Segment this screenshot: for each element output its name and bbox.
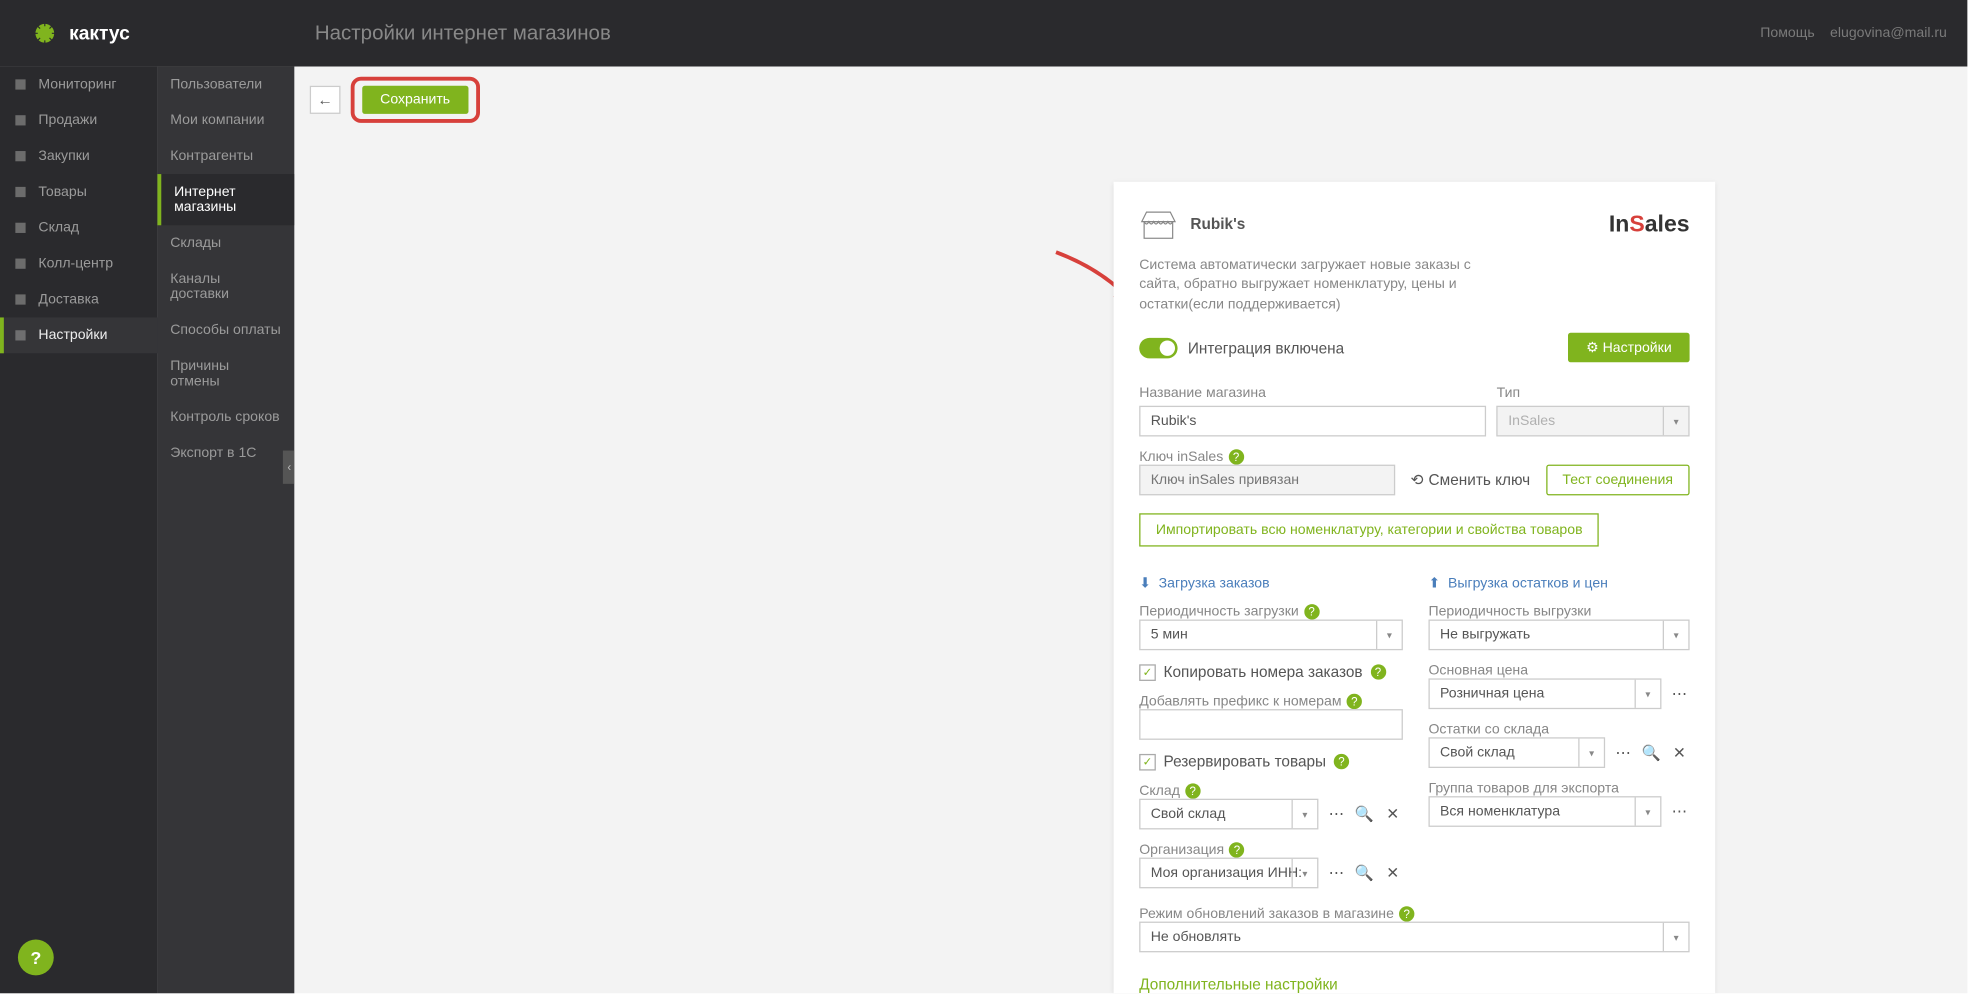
additional-settings-header: Дополнительные настройки: [1139, 976, 1689, 994]
app-logo: кактус: [0, 19, 130, 47]
nav1-item[interactable]: Продажи: [0, 102, 157, 138]
integration-toggle[interactable]: [1139, 338, 1177, 358]
nav1-item[interactable]: Мониторинг: [0, 67, 157, 103]
search-icon[interactable]: 🔍: [1354, 805, 1374, 823]
help-icon[interactable]: ?: [1229, 842, 1244, 857]
nav1-item[interactable]: Товары: [0, 174, 157, 210]
price-select[interactable]: Розничная цена▾: [1428, 679, 1661, 710]
store-name-label: Название магазина: [1139, 386, 1486, 401]
more-icon[interactable]: ⋯: [1326, 864, 1346, 882]
store-icon: [1139, 207, 1177, 240]
clear-icon[interactable]: ✕: [1382, 805, 1402, 823]
cactus-icon: [31, 19, 59, 47]
group-select[interactable]: Вся номенклатура▾: [1428, 796, 1661, 827]
search-icon[interactable]: 🔍: [1641, 744, 1661, 762]
nav2-item[interactable]: Экспорт в 1С: [157, 435, 294, 471]
prefix-input[interactable]: [1139, 709, 1403, 740]
type-label: Тип: [1497, 386, 1690, 401]
nav2-item[interactable]: Склады: [157, 225, 294, 261]
help-icon[interactable]: ?: [1228, 450, 1243, 465]
help-icon[interactable]: ?: [1370, 665, 1385, 680]
store-name-input[interactable]: [1139, 406, 1486, 437]
nav1-item[interactable]: Настройки: [0, 317, 157, 353]
clear-icon[interactable]: ✕: [1382, 864, 1402, 882]
more-icon[interactable]: ⋯: [1613, 744, 1633, 762]
user-link[interactable]: elugovina@mail.ru: [1830, 26, 1947, 41]
store-name-header: Rubik's: [1190, 215, 1245, 233]
stock-select[interactable]: Свой склад▾: [1428, 738, 1605, 769]
help-icon[interactable]: ?: [1185, 784, 1200, 799]
change-key-link[interactable]: ⟲ Сменить ключ: [1411, 471, 1531, 489]
insales-logo: InSales: [1609, 211, 1690, 238]
app-name: кактус: [69, 22, 130, 44]
download-icon: ⬇: [1139, 575, 1151, 592]
nav2-item[interactable]: Интернет магазины: [157, 174, 294, 225]
warehouse-select[interactable]: Свой склад▾: [1139, 799, 1318, 830]
upload-icon: ⬆: [1428, 575, 1440, 592]
secondary-sidebar: ПользователиМои компанииКонтрагентыИнтер…: [157, 67, 294, 994]
nav2-item[interactable]: Мои компании: [157, 102, 294, 138]
nav2-item[interactable]: Контроль сроков: [157, 399, 294, 435]
help-icon[interactable]: ?: [1399, 906, 1414, 921]
help-icon[interactable]: ?: [1334, 754, 1349, 769]
load-orders-link[interactable]: ⬇Загрузка заказов: [1139, 575, 1403, 592]
nav2-item[interactable]: Способы оплаты: [157, 312, 294, 348]
help-icon[interactable]: ?: [1304, 604, 1319, 619]
back-button[interactable]: ←: [310, 86, 341, 114]
page-title: Настройки интернет магазинов: [315, 23, 611, 46]
update-mode-select[interactable]: Не обновлять▾: [1139, 922, 1689, 953]
more-icon[interactable]: ⋯: [1669, 685, 1689, 703]
nav1-item[interactable]: Закупки: [0, 138, 157, 174]
help-icon[interactable]: ?: [1347, 694, 1362, 709]
help-bubble-button[interactable]: ?: [18, 940, 54, 976]
copy-numbers-checkbox[interactable]: ✓: [1139, 664, 1156, 681]
primary-sidebar: МониторингПродажиЗакупкиТоварыСкладКолл-…: [0, 67, 157, 994]
load-period-select[interactable]: 5 мин▾: [1139, 620, 1403, 651]
help-link[interactable]: Помощь: [1760, 26, 1814, 41]
settings-button[interactable]: ⚙ Настройки: [1568, 333, 1689, 362]
store-settings-card: Rubik's InSales Система автоматически за…: [1114, 182, 1716, 994]
organization-select[interactable]: Моя организация ИНН: КПП: ОГ▾: [1139, 858, 1318, 889]
nav2-item[interactable]: Каналы доставки: [157, 261, 294, 312]
search-icon[interactable]: 🔍: [1354, 864, 1374, 882]
nav1-item[interactable]: Доставка: [0, 282, 157, 318]
nav2-item[interactable]: Причины отмены: [157, 348, 294, 399]
clear-icon[interactable]: ✕: [1669, 744, 1689, 762]
key-label: Ключ inSales: [1139, 450, 1223, 465]
save-button[interactable]: Сохранить: [362, 86, 468, 114]
reserve-checkbox[interactable]: ✓: [1139, 754, 1156, 771]
unload-period-select[interactable]: Не выгружать▾: [1428, 620, 1689, 651]
save-highlight: Сохранить: [351, 77, 480, 123]
toggle-label: Интеграция включена: [1188, 339, 1344, 357]
key-input: [1139, 465, 1395, 496]
nav2-item[interactable]: Контрагенты: [157, 138, 294, 174]
import-all-button[interactable]: Импортировать всю номенклатуру, категори…: [1139, 514, 1599, 547]
nav2-item[interactable]: Пользователи: [157, 67, 294, 103]
test-connection-button[interactable]: Тест соединения: [1546, 465, 1690, 496]
more-icon[interactable]: ⋯: [1326, 805, 1346, 823]
unload-link[interactable]: ⬆Выгрузка остатков и цен: [1428, 575, 1689, 592]
more-icon[interactable]: ⋯: [1669, 803, 1689, 821]
nav1-item[interactable]: Колл-центр: [0, 246, 157, 282]
type-select[interactable]: InSales▾: [1497, 406, 1690, 437]
nav1-item[interactable]: Склад: [0, 210, 157, 246]
integration-description: Система автоматически загружает новые за…: [1139, 256, 1472, 315]
